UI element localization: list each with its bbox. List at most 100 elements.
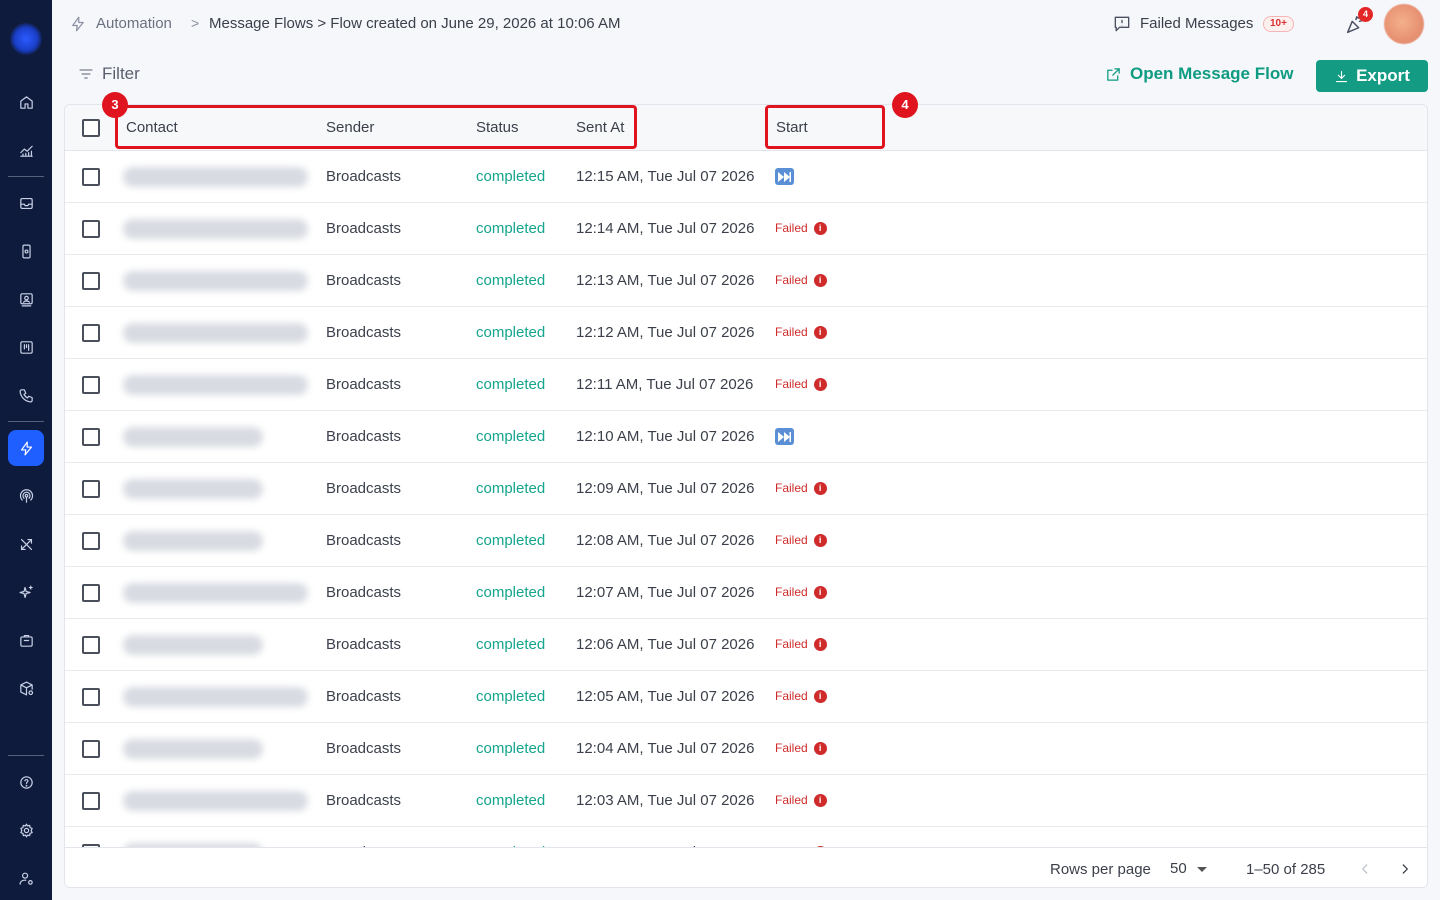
row-checkbox[interactable] xyxy=(82,636,100,654)
failed-status[interactable]: Failedi xyxy=(775,273,827,287)
failed-messages-link[interactable]: Failed Messages xyxy=(1140,15,1253,32)
info-icon[interactable]: i xyxy=(813,533,827,547)
table-row[interactable]: Broadcasts completed 12:04 AM, Tue Jul 07 … xyxy=(65,723,1427,775)
info-icon[interactable]: i xyxy=(813,689,827,703)
row-checkbox[interactable] xyxy=(82,480,100,498)
table-row[interactable]: Broadcasts completed 12:09 AM, Tue Jul 07 … xyxy=(65,463,1427,515)
info-icon[interactable]: i xyxy=(813,481,827,495)
contact-redacted[interactable] xyxy=(123,583,308,603)
table-row[interactable]: Broadcasts completed 12:03 AM, Tue Jul 07 … xyxy=(65,775,1427,827)
contact-redacted[interactable] xyxy=(123,791,308,811)
fast-forward-icon[interactable] xyxy=(775,168,794,185)
row-checkbox[interactable] xyxy=(82,376,100,394)
phone-icon[interactable] xyxy=(8,377,44,413)
briefcase-icon[interactable] xyxy=(8,622,44,658)
failed-status[interactable]: Failedi xyxy=(775,793,827,807)
select-all-checkbox[interactable] xyxy=(82,119,100,137)
failed-status[interactable]: Failedi xyxy=(775,325,827,339)
automation-icon[interactable] xyxy=(8,430,44,466)
row-checkbox[interactable] xyxy=(82,168,100,186)
table-row[interactable]: Broadcasts completed 12:15 AM, Tue Jul 07 … xyxy=(65,151,1427,203)
contact-redacted[interactable] xyxy=(123,219,308,239)
row-checkbox[interactable] xyxy=(82,428,100,446)
export-label: Export xyxy=(1356,66,1410,85)
column-header-sent-at[interactable]: Sent At xyxy=(576,119,624,136)
contact-redacted[interactable] xyxy=(123,479,263,499)
package-settings-icon[interactable] xyxy=(8,670,44,706)
failed-messages-icon[interactable] xyxy=(1112,14,1132,34)
table-row[interactable]: Broadcasts completed 12:08 AM, Tue Jul 07 … xyxy=(65,515,1427,567)
broadcast-icon[interactable] xyxy=(8,478,44,514)
mobile-icon[interactable] xyxy=(8,233,44,269)
row-checkbox[interactable] xyxy=(82,792,100,810)
avatar[interactable] xyxy=(1384,4,1424,44)
failed-status[interactable]: Failedi xyxy=(775,533,827,547)
failed-status[interactable]: Failedi xyxy=(775,221,827,235)
failed-status[interactable]: Failedi xyxy=(775,481,827,495)
analytics-icon[interactable] xyxy=(8,132,44,168)
info-icon[interactable]: i xyxy=(813,221,827,235)
column-header-contact[interactable]: Contact xyxy=(126,119,178,136)
contact-redacted[interactable] xyxy=(123,687,308,707)
info-icon[interactable]: i xyxy=(813,793,827,807)
table-row[interactable]: Broadcasts completed 12:07 AM, Tue Jul 07 … xyxy=(65,567,1427,619)
info-icon[interactable]: i xyxy=(813,585,827,599)
export-button[interactable]: Export xyxy=(1316,60,1428,92)
failed-status[interactable]: Failedi xyxy=(775,637,827,651)
contact-redacted[interactable] xyxy=(123,531,263,551)
filter-button[interactable]: Filter xyxy=(78,64,140,84)
table-row[interactable]: Broadcastscompleted12:02 AM, Tue Jul 07 … xyxy=(65,827,1427,847)
column-header-sender[interactable]: Sender xyxy=(326,119,374,136)
contact-redacted[interactable] xyxy=(123,375,308,395)
previous-page-button[interactable] xyxy=(1354,858,1376,880)
failed-status[interactable]: Failedi xyxy=(775,585,827,599)
contact-redacted[interactable] xyxy=(123,427,263,447)
contact-redacted[interactable] xyxy=(123,739,263,759)
table-row[interactable]: Broadcasts completed 12:12 AM, Tue Jul 07 … xyxy=(65,307,1427,359)
rows-per-page-label: Rows per page xyxy=(1050,861,1151,878)
contact-redacted[interactable] xyxy=(123,271,308,291)
rows-per-page-select[interactable]: 50 xyxy=(1170,860,1207,877)
failed-status[interactable]: Failedi xyxy=(775,689,827,703)
row-checkbox[interactable] xyxy=(82,324,100,342)
open-message-flow-link[interactable]: Open Message Flow xyxy=(1105,64,1293,84)
user-settings-icon[interactable] xyxy=(8,860,44,896)
table-row[interactable]: Broadcasts completed 12:05 AM, Tue Jul 07 … xyxy=(65,671,1427,723)
contact-redacted[interactable] xyxy=(123,323,308,343)
tools-icon[interactable] xyxy=(8,526,44,562)
settings-icon[interactable] xyxy=(8,812,44,848)
contact-redacted[interactable] xyxy=(123,635,263,655)
table-row[interactable]: Broadcasts completed 12:11 AM, Tue Jul 07 … xyxy=(65,359,1427,411)
failed-status[interactable]: Failedi xyxy=(775,377,827,391)
ai-sparkle-icon[interactable] xyxy=(8,574,44,610)
row-checkbox[interactable] xyxy=(82,584,100,602)
column-header-start[interactable]: Start xyxy=(776,119,808,136)
fast-forward-icon[interactable] xyxy=(775,428,794,445)
table-row[interactable]: Broadcasts completed 12:06 AM, Tue Jul 07 … xyxy=(65,619,1427,671)
home-icon[interactable] xyxy=(8,84,44,120)
table-row[interactable]: Broadcasts completed 12:14 AM, Tue Jul 07 … xyxy=(65,203,1427,255)
board-icon[interactable] xyxy=(8,329,44,365)
table-row[interactable]: Broadcasts completed 12:10 AM, Tue Jul 07 … xyxy=(65,411,1427,463)
app-logo[interactable] xyxy=(10,23,42,55)
info-icon[interactable]: i xyxy=(813,273,827,287)
info-icon[interactable]: i xyxy=(813,741,827,755)
info-icon[interactable]: i xyxy=(813,637,827,651)
row-checkbox[interactable] xyxy=(82,272,100,290)
column-header-status[interactable]: Status xyxy=(476,119,519,136)
breadcrumb-root[interactable]: Automation xyxy=(96,15,172,32)
table-row[interactable]: Broadcasts completed 12:13 AM, Tue Jul 07 … xyxy=(65,255,1427,307)
help-icon[interactable] xyxy=(8,764,44,800)
info-icon[interactable]: i xyxy=(813,325,827,339)
status-cell: completed xyxy=(476,324,546,341)
failed-status[interactable]: Failedi xyxy=(775,741,827,755)
info-icon[interactable]: i xyxy=(813,377,827,391)
contact-redacted[interactable] xyxy=(123,167,308,187)
row-checkbox[interactable] xyxy=(82,688,100,706)
contacts-icon[interactable] xyxy=(8,281,44,317)
next-page-button[interactable] xyxy=(1394,858,1416,880)
inbox-icon[interactable] xyxy=(8,185,44,221)
row-checkbox[interactable] xyxy=(82,532,100,550)
row-checkbox[interactable] xyxy=(82,220,100,238)
row-checkbox[interactable] xyxy=(82,740,100,758)
